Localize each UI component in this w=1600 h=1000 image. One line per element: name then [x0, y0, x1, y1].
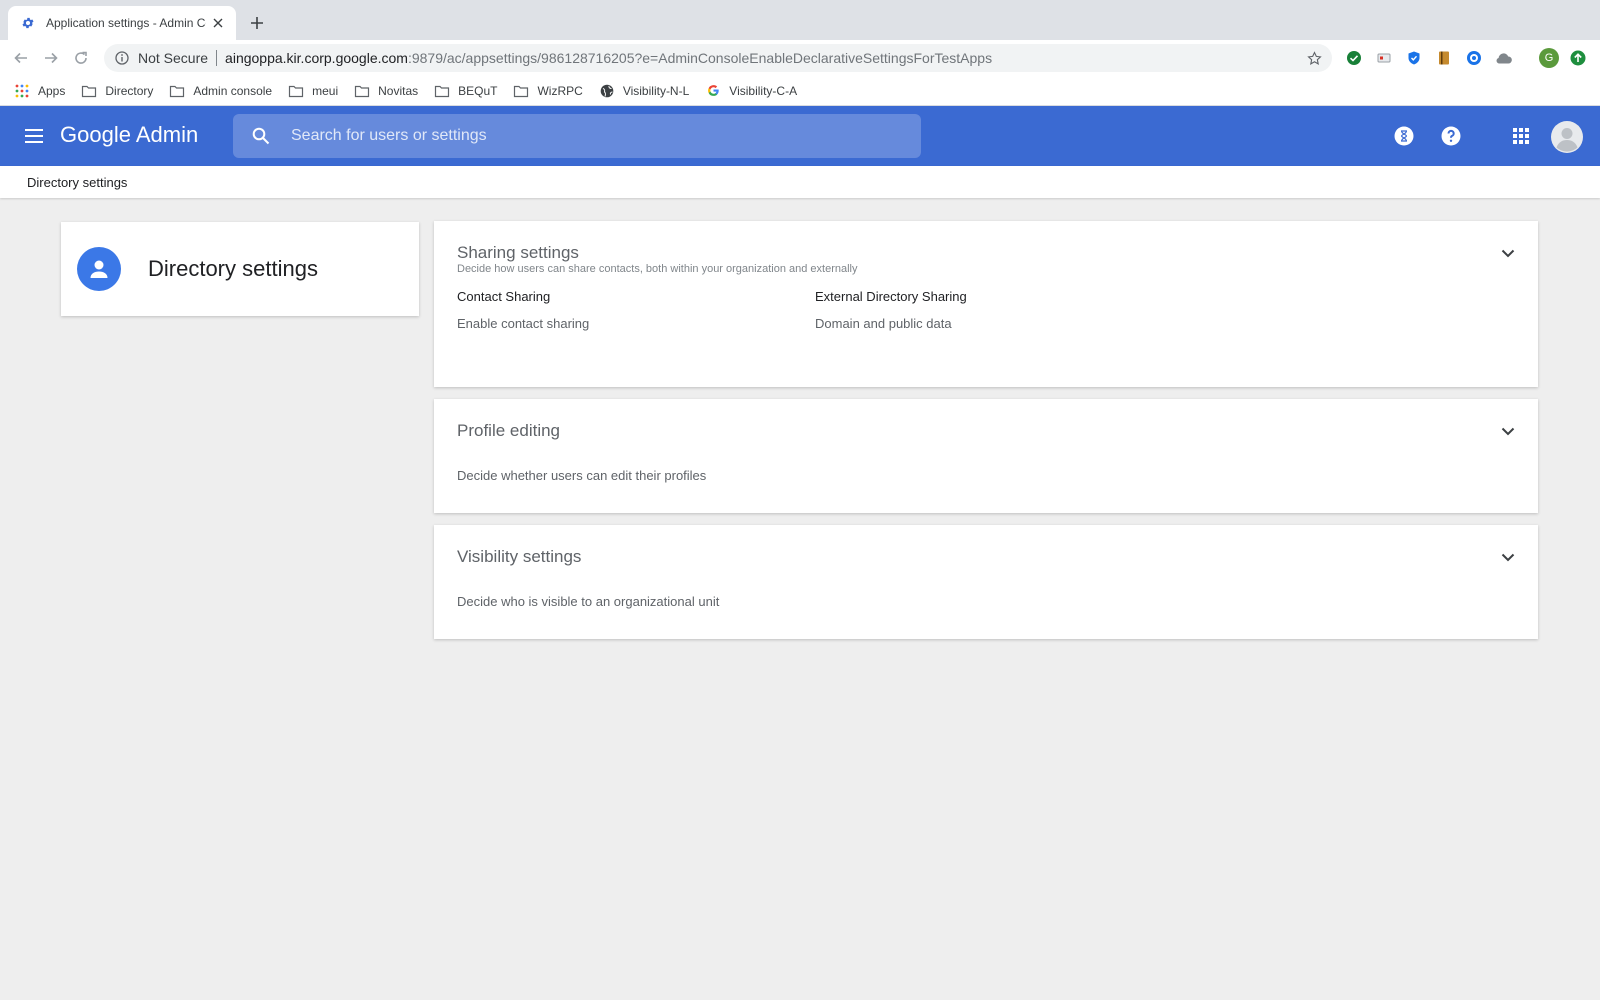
breadcrumb-current: Directory settings — [27, 174, 128, 190]
back-icon[interactable] — [11, 48, 31, 68]
url-path: :9879/ac/appsettings/986128716205?e=Admi… — [407, 50, 993, 66]
extension-shield-icon[interactable] — [1405, 49, 1423, 67]
bookmark-label: Novitas — [378, 83, 419, 98]
visibility-settings-card[interactable]: Visibility settings Decide who is visibl… — [434, 525, 1538, 639]
info-icon[interactable] — [114, 50, 130, 66]
chevron-down-icon[interactable] — [1498, 421, 1518, 441]
external-directory-sharing-label: External Directory Sharing — [815, 289, 967, 304]
tab-title: Application settings - Admin Co — [46, 16, 206, 30]
section-description: Decide whether users can edit their prof… — [457, 468, 707, 483]
breadcrumb: Directory settings — [0, 166, 1600, 198]
folder-icon — [169, 83, 185, 99]
bookmark-label: Apps — [38, 83, 66, 98]
bookmark-novitas[interactable]: Novitas — [354, 83, 418, 99]
apps-grid-icon — [14, 83, 30, 99]
folder-icon — [434, 83, 450, 99]
admin-settings-favicon-icon — [20, 15, 36, 31]
bookmark-label: Directory — [105, 83, 154, 98]
extension-notebook-icon[interactable] — [1435, 49, 1453, 67]
google-apps-icon[interactable] — [1509, 124, 1533, 148]
help-icon[interactable] — [1439, 124, 1463, 148]
folder-icon — [513, 83, 529, 99]
chevron-down-icon[interactable] — [1498, 243, 1518, 263]
bookmark-label: WizRPC — [537, 83, 583, 98]
bookmark-label: Admin console — [193, 83, 273, 98]
folder-icon — [288, 83, 304, 99]
bookmark-wizrpc[interactable]: WizRPC — [513, 83, 583, 99]
bookmark-bequt[interactable]: BEQuT — [434, 83, 497, 99]
url-host: aingoppa.kir.corp.google.com — [225, 50, 408, 66]
browser-tab-strip: Application settings - Admin Co — [0, 0, 1600, 40]
main-menu-icon[interactable] — [22, 124, 46, 148]
forward-icon[interactable] — [41, 48, 61, 68]
update-arrow-icon[interactable] — [1569, 49, 1587, 67]
section-title: Profile editing — [457, 421, 561, 440]
contact-sharing-value: Enable contact sharing — [457, 316, 590, 331]
globe-icon — [599, 83, 615, 99]
folder-icon — [81, 83, 97, 99]
profile-editing-card[interactable]: Profile editing Decide whether users can… — [434, 399, 1538, 513]
contact-sharing-label: Contact Sharing — [457, 289, 551, 304]
app-header: Google Admin — [0, 106, 1600, 166]
external-directory-sharing-value: Domain and public data — [815, 316, 952, 331]
user-avatar[interactable] — [1551, 121, 1583, 158]
brand-google: Google — [60, 122, 131, 147]
bookmark-label: meui — [312, 83, 339, 98]
search-icon[interactable] — [249, 124, 273, 148]
close-tab-icon[interactable] — [210, 15, 226, 31]
bookmark-label: BEQuT — [458, 83, 498, 98]
sharing-settings-card[interactable]: Sharing settings Decide how users can sh… — [434, 221, 1538, 387]
security-status[interactable]: Not Secure — [138, 50, 208, 66]
google-g-icon — [705, 83, 721, 99]
address-bar[interactable]: Not Secure aingoppa.kir.corp.google.com:… — [104, 44, 1332, 72]
page-header-card: Directory settings — [61, 222, 419, 316]
bookmark-star-icon[interactable] — [1306, 50, 1322, 66]
profile-avatar-icon[interactable]: G — [1539, 48, 1559, 68]
folder-icon — [354, 83, 370, 99]
search-input[interactable] — [291, 127, 891, 145]
section-description: Decide who is visible to an organization… — [457, 594, 720, 609]
profile-initial: G — [1544, 52, 1554, 64]
new-tab-icon[interactable] — [246, 12, 268, 34]
extension-check-icon[interactable] — [1345, 49, 1363, 67]
extension-cloud-icon[interactable] — [1495, 49, 1513, 67]
browser-toolbar: Not Secure aingoppa.kir.corp.google.com:… — [0, 40, 1600, 76]
extension-target-icon[interactable] — [1465, 49, 1483, 67]
search-bar[interactable] — [233, 114, 921, 158]
google-admin-logo[interactable]: Google Admin — [60, 122, 198, 148]
brand-admin: Admin — [135, 122, 199, 147]
bookmark-meui[interactable]: meui — [288, 83, 338, 99]
bookmark-visibility-n-l[interactable]: Visibility-N-L — [599, 83, 689, 99]
chevron-down-icon[interactable] — [1498, 547, 1518, 567]
reload-icon[interactable] — [71, 48, 91, 68]
person-icon — [77, 247, 121, 291]
bookmark-label: Visibility-N-L — [622, 83, 690, 98]
url-text[interactable]: aingoppa.kir.corp.google.com:9879/ac/app… — [225, 50, 992, 66]
bookmark-directory[interactable]: Directory — [81, 83, 153, 99]
bookmarks-bar: Apps Directory Admin console meui Novita… — [0, 76, 1600, 106]
bookmark-visibility-c-a[interactable]: Visibility-C-A — [705, 83, 797, 99]
section-subtitle: Decide how users can share contacts, bot… — [457, 263, 858, 275]
bookmark-label: Visibility-C-A — [729, 83, 798, 98]
browser-tab[interactable]: Application settings - Admin Co — [8, 6, 236, 40]
bookmark-apps[interactable]: Apps — [14, 83, 65, 99]
omnibox-divider — [216, 50, 218, 66]
hourglass-icon[interactable] — [1392, 124, 1416, 148]
section-title: Sharing settings — [457, 243, 579, 262]
section-title: Visibility settings — [457, 547, 582, 566]
page-title: Directory settings — [148, 256, 318, 281]
extension-card-icon[interactable] — [1375, 49, 1393, 67]
bookmark-admin-console[interactable]: Admin console — [169, 83, 272, 99]
